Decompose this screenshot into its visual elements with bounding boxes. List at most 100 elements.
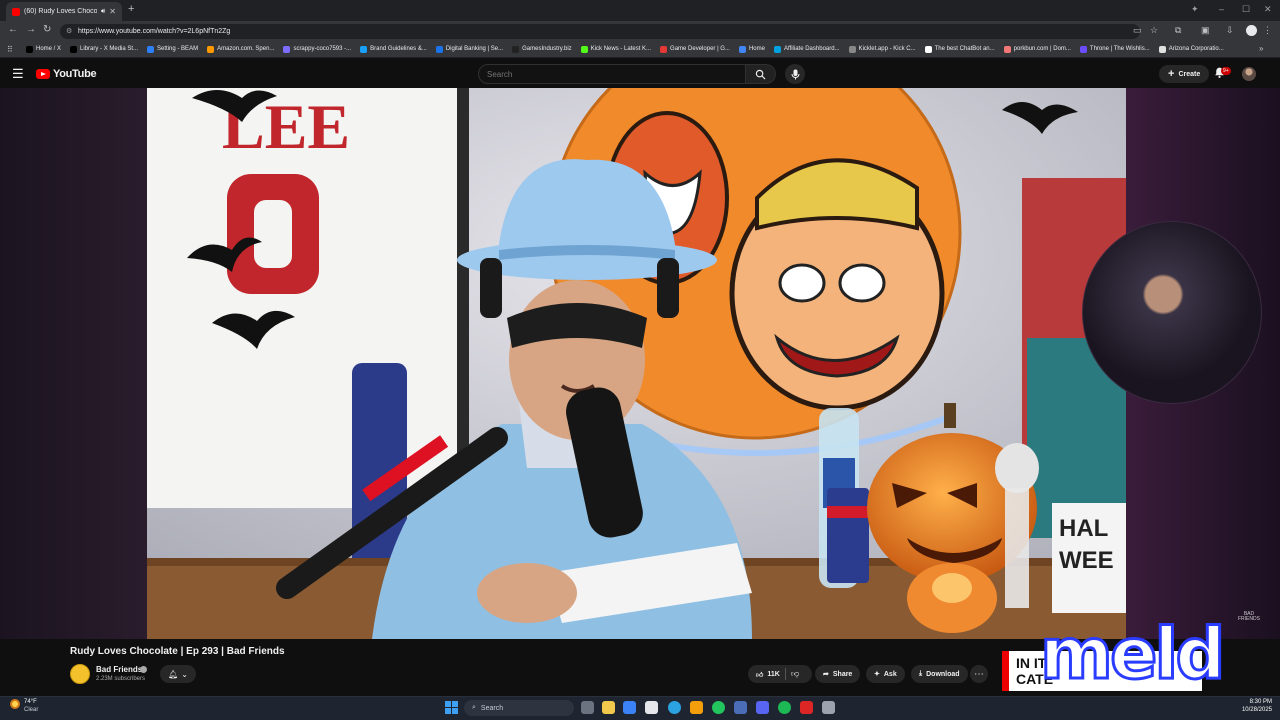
bookmark-item[interactable]: Setting - BEAM	[147, 45, 199, 53]
apps-grid-icon[interactable]: ⠿	[7, 45, 13, 54]
bookmark-item[interactable]: Throne | The Wishlis...	[1079, 45, 1150, 53]
bookmark-item[interactable]: porkbun.com | Dom...	[1003, 45, 1071, 53]
reload-icon[interactable]: ↻	[43, 24, 51, 35]
channel-watermark: BAD FRIENDS	[1238, 611, 1260, 622]
browser-profile-avatar[interactable]	[1246, 25, 1257, 36]
bookmark-item[interactable]: Library - X Media St...	[70, 45, 139, 53]
pin-app-icon[interactable]	[800, 701, 813, 714]
windows-start-button[interactable]	[445, 701, 458, 714]
forward-icon[interactable]: →	[26, 24, 36, 35]
copilot-icon[interactable]	[623, 701, 636, 714]
svg-text:HAL: HAL	[1059, 515, 1108, 542]
bookmark-item[interactable]: Kick News - Latest K...	[580, 45, 651, 53]
speaker-icon[interactable]: 🔊︎	[101, 8, 105, 16]
bookmark-favicon-icon	[848, 45, 856, 53]
bookmark-label: Home / X	[36, 46, 62, 52]
youtube-favicon-icon	[12, 7, 20, 16]
thumbs-down-icon[interactable]: 👎︎	[791, 669, 799, 679]
video-frame[interactable]: LEE HAL WEE	[147, 88, 1126, 639]
ambient-left	[0, 88, 147, 639]
bookmark-star-icon[interactable]: ☆	[1150, 25, 1158, 36]
channel-avatar[interactable]	[70, 664, 90, 684]
bookmark-label: Setting - BEAM	[157, 46, 199, 52]
task-view-icon[interactable]	[581, 701, 594, 714]
bookmark-item[interactable]: The best ChatBot an...	[924, 45, 995, 53]
taskbar-search-label: Search	[480, 704, 504, 712]
bookmark-label: Home	[748, 46, 765, 52]
bookmark-item[interactable]: scrappy-coco7593 -...	[283, 45, 351, 53]
settings-icon[interactable]	[822, 701, 835, 714]
bookmark-item[interactable]: Home / X	[26, 45, 62, 53]
bookmark-item[interactable]: Affiliate Dashboard...	[773, 45, 840, 53]
discord-icon[interactable]	[756, 701, 769, 714]
maximize-icon[interactable]: ☐	[1242, 4, 1250, 15]
download-label: Download	[926, 670, 960, 678]
sticky-notes-icon[interactable]	[690, 701, 703, 714]
window-close-icon[interactable]: ✕	[1264, 4, 1272, 15]
bookmark-item[interactable]: Game Developer | G...	[660, 45, 730, 53]
video-scene: LEE HAL WEE	[147, 88, 1126, 639]
guide-menu-icon[interactable]: ☰	[12, 66, 24, 82]
bookmark-item[interactable]: Home	[738, 45, 765, 53]
bookmark-label: Brand Guidelines &...	[370, 46, 427, 52]
minimize-icon[interactable]: –	[1219, 4, 1224, 14]
bookmark-favicon-icon	[1003, 45, 1011, 53]
share-button[interactable]: ➦ Share	[815, 665, 861, 683]
channel-name[interactable]: Bad Friends	[96, 665, 142, 674]
bookmark-item[interactable]: GamesIndustry.biz	[512, 45, 572, 53]
search-button[interactable]	[746, 64, 776, 84]
ask-button[interactable]: ✦ Ask	[866, 665, 905, 683]
browser-tab[interactable]: (60) Rudy Loves Chocolate 🔊︎ ✕	[6, 2, 122, 21]
cast-icon[interactable]: ▭	[1133, 25, 1142, 36]
bookmark-favicon-icon	[924, 45, 932, 53]
like-dislike-group: 👍︎ 11K	[748, 665, 812, 683]
create-button[interactable]: + Create	[1159, 65, 1210, 83]
new-tab-icon[interactable]: +	[128, 3, 134, 15]
sidepanel-icon[interactable]: ▣	[1201, 25, 1210, 36]
bookmark-item[interactable]: Digital Banking | Se...	[435, 45, 504, 53]
chrome-icon[interactable]	[712, 701, 725, 714]
youtube-logo[interactable]: YouTube	[36, 68, 97, 80]
file-explorer-icon[interactable]	[602, 701, 615, 714]
close-tab-icon[interactable]: ✕	[109, 7, 116, 16]
voice-search-button[interactable]	[785, 64, 805, 84]
notepad-icon[interactable]	[645, 701, 658, 714]
bookmark-label: Digital Banking | Se...	[445, 46, 504, 52]
taskbar-search[interactable]: ⌕ Search	[464, 700, 574, 716]
download-button[interactable]: ⤓ Download	[911, 665, 968, 683]
downloads-icon[interactable]: ⇩	[1226, 25, 1234, 36]
like-button[interactable]: 👍︎ 11K	[756, 670, 780, 679]
site-info-icon[interactable]: ⚙	[66, 27, 72, 35]
bookmark-item[interactable]: Kicklet.app - Kick C...	[848, 45, 916, 53]
ask-label: Ask	[883, 670, 897, 678]
address-bar[interactable]: https://www.youtube.com/watch?v=2L6pNfTn…	[60, 24, 1140, 39]
bookmark-label: GamesIndustry.biz	[522, 46, 572, 52]
more-bookmarks-icon[interactable]: »	[1259, 44, 1263, 53]
notification-subscribe-button[interactable]: 🔔︎ ⌄	[160, 665, 196, 683]
bookmark-label: Library - X Media St...	[80, 46, 139, 52]
taskbar-date[interactable]: 10/28/2025	[1232, 707, 1272, 713]
browser-menu-icon[interactable]: ⋮	[1263, 25, 1272, 36]
bookmark-favicon-icon	[1079, 45, 1087, 53]
back-icon[interactable]: ←	[8, 24, 18, 35]
bookmark-item[interactable]: Brand Guidelines &...	[360, 45, 427, 53]
bookmark-item[interactable]: Amazon.com. Spen...	[207, 45, 274, 53]
weather-temperature: 74°F	[24, 699, 37, 705]
search-input[interactable]	[478, 64, 746, 84]
bookmark-item[interactable]: Arizona Corporatio...	[1158, 45, 1224, 53]
taskbar-time[interactable]: 8:30 PM	[1242, 699, 1272, 705]
weather-icon[interactable]	[10, 699, 20, 709]
extensions-icon[interactable]: ⧉	[1175, 25, 1181, 36]
bookmark-label: Arizona Corporatio...	[1168, 46, 1224, 52]
bell-icon: 🔔︎	[168, 669, 179, 679]
account-avatar[interactable]	[1242, 67, 1256, 81]
extension-star-icon[interactable]: ✦	[1191, 4, 1199, 15]
spotify-icon[interactable]	[778, 701, 791, 714]
telegram-icon[interactable]	[668, 701, 681, 714]
app-icon[interactable]	[734, 701, 747, 714]
bookmarks-bar: Home / X Library - X Media St... Setting -…	[0, 41, 1280, 58]
more-actions-icon[interactable]: ⋯	[970, 665, 988, 683]
bookmark-label: Affiliate Dashboard...	[783, 46, 840, 52]
bookmark-label: Throne | The Wishlis...	[1089, 46, 1150, 52]
bookmark-favicon-icon	[360, 45, 368, 53]
